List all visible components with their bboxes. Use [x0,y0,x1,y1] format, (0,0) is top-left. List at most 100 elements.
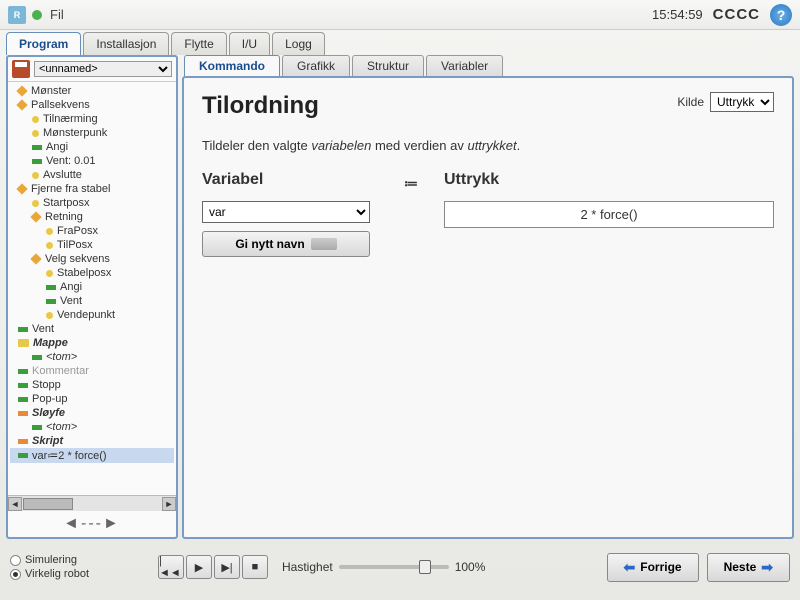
expression-field[interactable]: 2 * force() [444,201,774,228]
tree-item-label: Pallsekvens [31,99,90,111]
tree-item[interactable]: Sløyfe [10,406,174,420]
tree-item-label: FraPosx [57,225,98,237]
speed-value: 100% [455,560,486,574]
stop-button[interactable]: ■ [242,555,268,579]
tree-item[interactable]: Pop-up [10,392,174,406]
file-menu[interactable]: Fil [50,7,64,22]
tree-item[interactable]: Kommentar [10,364,174,378]
tree-item-label: Avslutte [43,169,82,181]
help-icon[interactable]: ? [770,4,792,26]
connection-status-icon [32,10,42,20]
tree-item[interactable]: TilPosx [10,238,174,252]
barg-icon [32,355,42,360]
tab-program[interactable]: Program [6,32,81,55]
tree-item-label: Sløyfe [32,407,65,419]
sub-tabs: Kommando Grafikk Struktur Variabler [182,55,794,76]
prev-button[interactable]: ⬅Forrige [607,553,699,582]
diamond-icon [16,99,27,110]
tree-item[interactable]: Skript [10,434,174,448]
tree-nav-arrows[interactable]: ◄---► [8,511,176,537]
tab-struktur[interactable]: Struktur [352,55,424,76]
rewind-button[interactable]: |◄◄ [158,555,184,579]
tree-item-label: <tom> [46,421,77,433]
program-name-select[interactable]: <unnamed> [34,61,172,77]
tab-logg[interactable]: Logg [272,32,325,55]
tree-item-label: Stabelposx [57,267,111,279]
tab-flytte[interactable]: Flytte [171,32,226,55]
dot-icon [46,270,53,277]
next-button[interactable]: Neste➡ [707,553,790,582]
tree-item[interactable]: Velg sekvens [10,252,174,266]
step-button[interactable]: ▶| [214,555,240,579]
barg-icon [32,145,42,150]
tree-item-label: Vent [32,323,54,335]
tab-variabler[interactable]: Variabler [426,55,503,76]
barg-icon [46,285,56,290]
radio-simulation[interactable] [10,555,21,566]
tree-item[interactable]: <tom> [10,420,174,434]
kilde-select[interactable]: Uttrykk [710,92,774,112]
tree-item[interactable]: Startposx [10,196,174,210]
program-tree[interactable]: Mønster Pallsekvens Tilnærming Mønsterpunk A… [8,82,176,495]
tree-item[interactable]: Angi [10,280,174,294]
keyboard-icon [311,238,337,250]
tree-item[interactable]: Stabelposx [10,266,174,280]
tree-item[interactable]: Fjerne fra stabel [10,182,174,196]
dot-icon [32,200,39,207]
tree-item[interactable]: Retning [10,210,174,224]
tree-item-label: <tom> [46,351,77,363]
tree-item-label: Vent [60,295,82,307]
tree-item[interactable]: Angi [10,140,174,154]
tree-item[interactable]: Vendepunkt [10,308,174,322]
tab-iu[interactable]: I/U [229,32,270,55]
tree-item-label: Pop-up [32,393,67,405]
tree-item[interactable]: Vent [10,294,174,308]
diamond-icon [16,183,27,194]
sim-label: Simulering [25,554,77,566]
rename-button[interactable]: Gi nytt navn [202,231,370,257]
tree-item[interactable]: var≔2 * force() [10,448,174,463]
tree-item-label: Vent: 0.01 [46,155,96,167]
barg-icon [18,453,28,458]
tree-item[interactable]: Vent [10,322,174,336]
radio-real-robot[interactable] [10,569,21,580]
tree-item-label: Mønsterpunk [43,127,107,139]
tree-item-label: Vendepunkt [57,309,115,321]
tree-item[interactable]: Mønster [10,84,174,98]
barg-icon [46,299,56,304]
dot-icon [46,228,53,235]
barg-icon [18,369,28,374]
tree-item[interactable]: Stopp [10,378,174,392]
tree-item-label: Tilnærming [43,113,98,125]
tree-item[interactable]: Pallsekvens [10,98,174,112]
tab-kommando[interactable]: Kommando [184,55,280,76]
tree-item[interactable]: Vent: 0.01 [10,154,174,168]
tree-item[interactable]: Avslutte [10,168,174,182]
tree-item[interactable]: <tom> [10,350,174,364]
dot-icon [46,242,53,249]
dot-icon [32,116,39,123]
speed-slider[interactable] [339,565,449,569]
tree-item-label: Angi [60,281,82,293]
program-tree-panel: <unnamed> MønsterPallsekvensTilnærmingMø… [6,55,178,539]
tree-item[interactable]: Mappe [10,336,174,350]
tab-grafikk[interactable]: Grafikk [282,55,350,76]
variable-select[interactable]: var [202,201,370,223]
tree-item[interactable]: Tilnærming [10,112,174,126]
dot-icon [46,312,53,319]
baro-icon [18,439,28,444]
tree-item-label: Startposx [43,197,89,209]
tree-item-label: Mappe [33,337,68,349]
tree-item[interactable]: Mønsterpunk [10,126,174,140]
tree-item[interactable]: FraPosx [10,224,174,238]
tree-item-label: Angi [46,141,68,153]
arrow-right-icon: ➡ [761,559,773,576]
assign-operator: ≔ [404,171,422,257]
tree-hscrollbar[interactable]: ◄► [8,495,176,511]
tree-item-label: Velg sekvens [45,253,110,265]
tree-item-label: Mønster [31,85,71,97]
tab-installasjon[interactable]: Installasjon [83,32,169,55]
play-button[interactable]: ▶ [186,555,212,579]
barg-icon [32,159,42,164]
save-icon[interactable] [12,60,30,78]
